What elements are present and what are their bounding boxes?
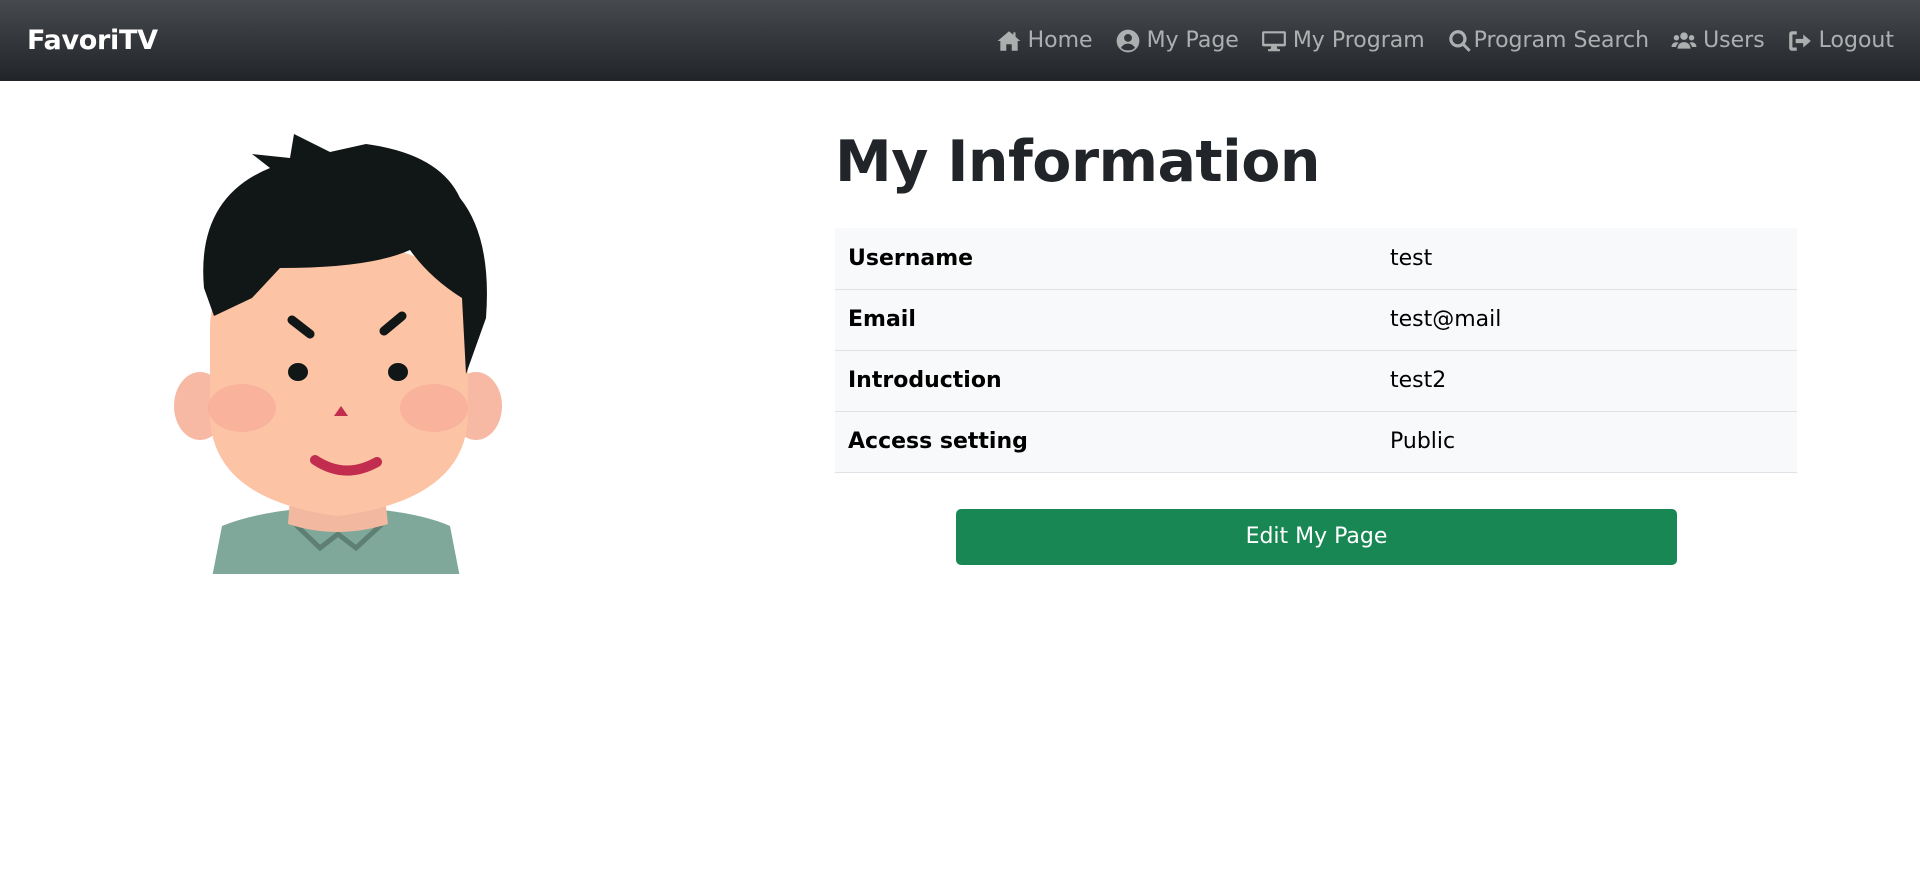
info-table: Username test Email test@mail Introducti… (835, 228, 1797, 473)
nav-links: Home My Page My Program Program Search U… (996, 28, 1894, 54)
search-icon (1448, 29, 1471, 52)
logout-icon (1788, 30, 1811, 51)
nav-my-page[interactable]: My Page (1115, 28, 1239, 54)
nav-home-label: Home (1027, 28, 1093, 53)
nav-program-search-label: Program Search (1473, 28, 1650, 53)
profile-content: My Information Username test Email test@… (835, 120, 1797, 565)
table-row-introduction: Introduction test2 (835, 350, 1797, 411)
desktop-icon (1261, 30, 1286, 51)
brand-link[interactable]: FavoriTV (27, 25, 158, 56)
users-icon (1671, 31, 1697, 49)
navbar: FavoriTV Home My Page My Program Program… (0, 0, 1920, 81)
nav-my-program-label: My Program (1292, 28, 1425, 53)
nav-logout[interactable]: Logout (1787, 28, 1894, 54)
row-label: Introduction (848, 368, 1002, 393)
row-label: Access setting (848, 429, 1028, 454)
profile-avatar (170, 128, 510, 574)
nav-my-program[interactable]: My Program (1261, 28, 1425, 54)
row-label: Email (848, 307, 916, 332)
row-value: test2 (1390, 368, 1447, 393)
nav-users-label: Users (1703, 28, 1765, 53)
table-row-email: Email test@mail (835, 289, 1797, 350)
edit-my-page-button[interactable]: Edit My Page (956, 508, 1677, 565)
avatar-illustration (174, 134, 502, 574)
row-value: test@mail (1390, 307, 1502, 332)
row-value: test (1390, 245, 1433, 271)
nav-my-page-label: My Page (1146, 28, 1239, 53)
row-value: Public (1390, 429, 1456, 454)
nav-users[interactable]: Users (1671, 28, 1765, 54)
user-circle-icon (1116, 29, 1139, 52)
table-row-access-setting: Access setting Public (835, 411, 1797, 472)
nav-program-search[interactable]: Program Search (1447, 28, 1649, 54)
row-label: Username (848, 245, 974, 271)
page-title: My Information (835, 129, 1320, 195)
home-icon (997, 30, 1020, 51)
table-row-username: Username test (835, 228, 1797, 289)
nav-home[interactable]: Home (996, 28, 1093, 54)
nav-logout-label: Logout (1818, 28, 1894, 53)
